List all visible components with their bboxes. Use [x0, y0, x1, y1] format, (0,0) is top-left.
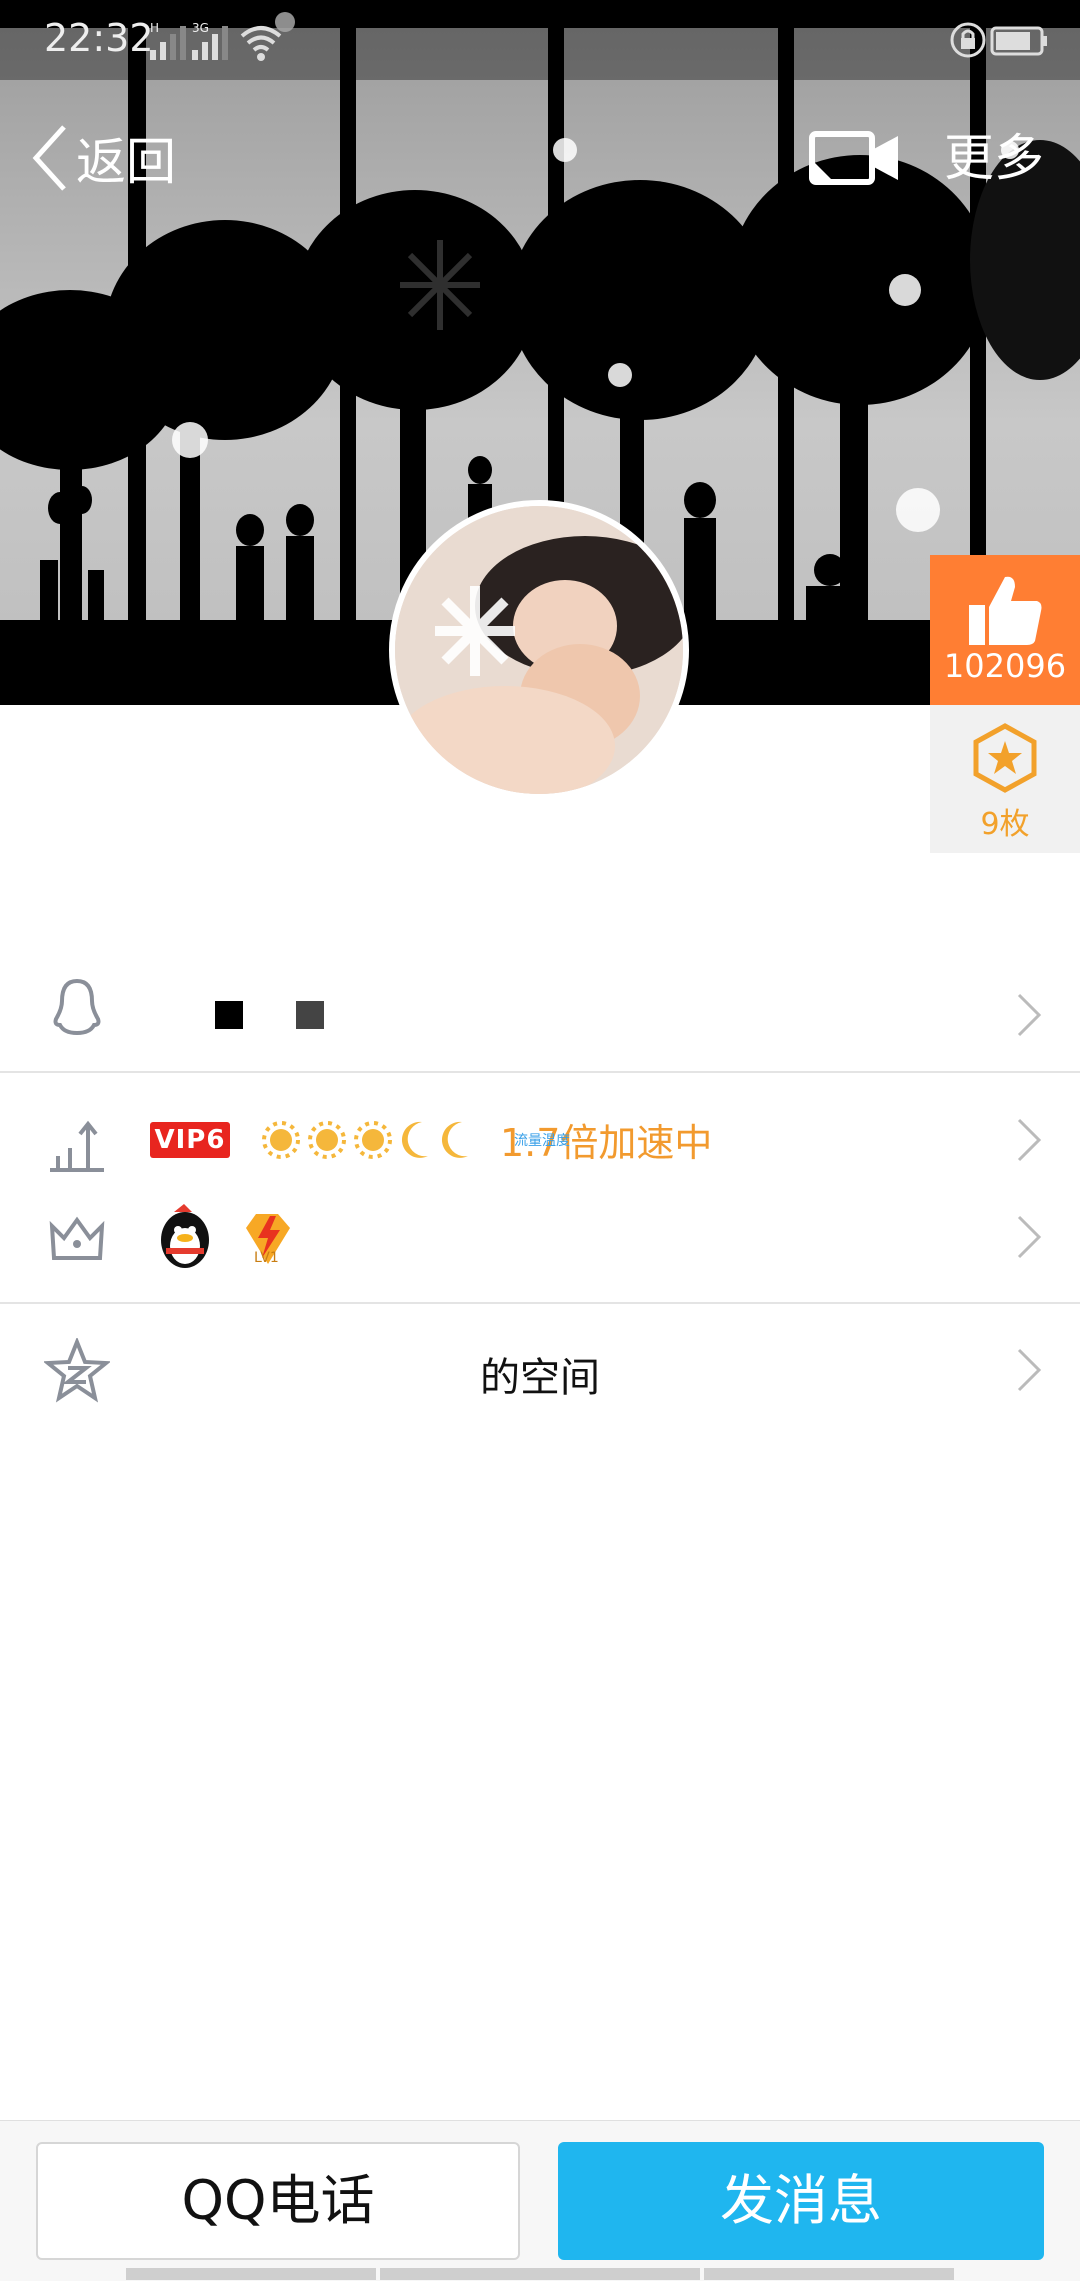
status-time: 22:32 [44, 16, 154, 60]
sun-icon [262, 1121, 300, 1159]
membership-row[interactable]: LV1 [0, 1190, 1080, 1290]
qq-number-row[interactable] [0, 965, 1080, 1065]
signal-label-3g: 3G [192, 21, 209, 35]
avatar-photo [395, 506, 683, 794]
video-call-icon[interactable] [808, 120, 904, 196]
gesture-indicator [126, 2268, 376, 2280]
signal-icon: H [150, 21, 186, 60]
sun-icon [308, 1121, 346, 1159]
sun-icon [354, 1121, 392, 1159]
moon-icon [401, 1121, 428, 1158]
back-label: 返回 [76, 133, 176, 191]
avatar[interactable] [389, 500, 689, 800]
thumbs-up-icon [969, 576, 1042, 645]
more-button[interactable]: 更多 [944, 118, 1044, 198]
chevron-right-icon [1017, 1118, 1042, 1162]
qq-penguin-icon [53, 978, 101, 1036]
divider [0, 1071, 1080, 1073]
qzone-label: 的空间 [480, 1355, 600, 1401]
chevron-right-icon [1017, 1215, 1042, 1259]
qq-call-button[interactable]: QQ电话 [36, 2142, 520, 2260]
wifi-icon [240, 26, 282, 61]
vip-badge: VIP6 [150, 1122, 230, 1158]
status-bar: 22:32 H 3G [0, 0, 1080, 80]
chevron-left-icon [32, 125, 66, 191]
gesture-indicator [704, 2268, 954, 2280]
divider [0, 1302, 1080, 1304]
signal-label-h: H [150, 21, 159, 35]
badge-button[interactable]: 9枚 [930, 705, 1080, 853]
moon-icon [441, 1121, 468, 1158]
speed-overlay-label: 流量温度 [514, 1133, 570, 1149]
qq-level-icons [260, 1116, 474, 1164]
like-count: 102096 [943, 647, 1067, 685]
badge-star-icon [973, 723, 1037, 793]
like-button[interactable]: 102096 [930, 555, 1080, 705]
hidden-char-block [215, 1001, 243, 1029]
gesture-indicator [380, 2268, 700, 2280]
lightning-level-icon: LV1 [246, 1214, 290, 1266]
rotation-lock-icon [950, 22, 986, 58]
signal-3g-icon: 3G [192, 21, 228, 60]
battery-icon [990, 26, 1047, 56]
level-chart-icon [50, 1120, 104, 1172]
hidden-char-block [296, 1001, 324, 1029]
chevron-right-icon [1017, 993, 1042, 1037]
crown-icon [49, 1216, 105, 1260]
level-label: LV1 [254, 1250, 279, 1266]
qq-penguin-avatar-icon [161, 1204, 209, 1268]
send-message-button[interactable]: 发消息 [558, 2142, 1044, 2260]
badge-count: 9枚 [980, 807, 1030, 842]
back-button[interactable]: 返回 [30, 118, 176, 198]
